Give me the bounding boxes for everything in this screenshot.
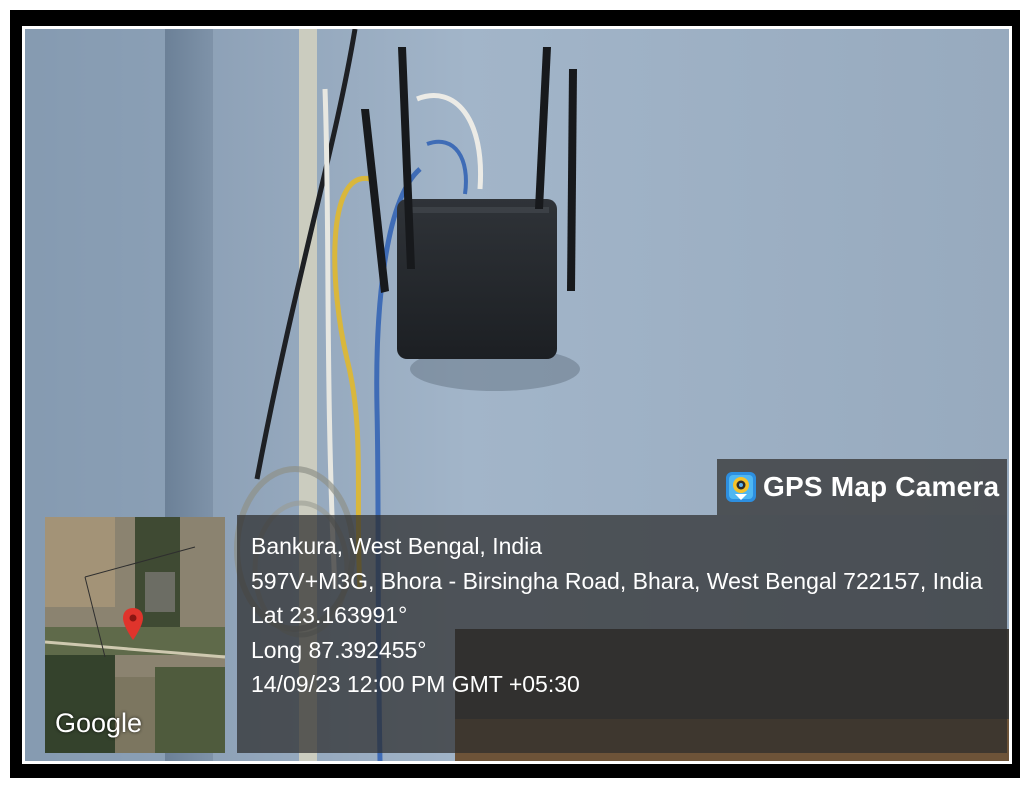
location-info-panel: Bankura, West Bengal, India 597V+M3G, Bh… xyxy=(237,515,1007,753)
latitude-readout: Lat 23.163991° xyxy=(251,602,408,628)
map-thumbnail: Google xyxy=(45,517,225,753)
app-watermark-title: GPS Map Camera xyxy=(763,471,1000,502)
router-body xyxy=(397,199,557,359)
photo-area: GPS Map Camera Google Bankura, West Beng… xyxy=(22,26,1012,764)
place-name: Bankura, West Bengal, India xyxy=(251,533,543,559)
gps-map-camera-app-icon xyxy=(726,472,756,502)
timestamp: 14/09/23 12:00 PM GMT +05:30 xyxy=(251,671,580,697)
street-address: 597V+M3G, Bhora - Birsingha Road, Bhara,… xyxy=(251,567,983,594)
longitude-readout: Long 87.392455° xyxy=(251,636,427,663)
photo-frame: GPS Map Camera Google Bankura, West Beng… xyxy=(10,10,1020,778)
location-pin-icon xyxy=(123,608,143,640)
google-logo: Google xyxy=(55,708,143,738)
app-watermark-badge: GPS Map Camera xyxy=(717,459,1007,515)
router-edge xyxy=(405,207,549,213)
